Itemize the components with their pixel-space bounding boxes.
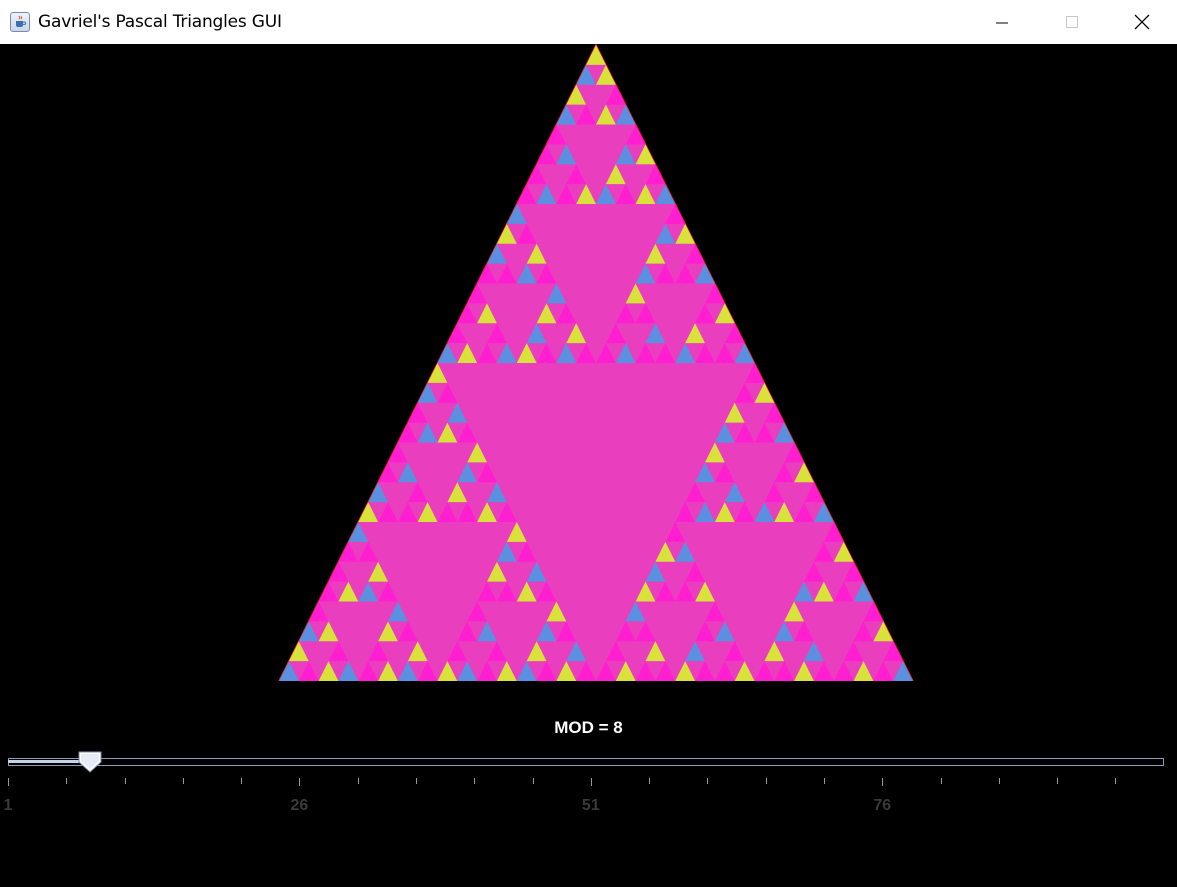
slider-tick (124, 778, 126, 784)
mod-label: MOD = 8 (554, 718, 623, 737)
maximize-icon (1066, 16, 1078, 28)
slider-tick (8, 778, 9, 786)
slider-tick (765, 778, 767, 784)
title-bar: Gavriel's Pascal Triangles GUI (0, 0, 1177, 44)
slider-tick (649, 778, 651, 784)
slider-tick-label: 1 (3, 797, 13, 814)
slider-tick-label: 51 (581, 797, 600, 814)
slider-tick (415, 778, 417, 784)
slider-tick (882, 778, 884, 786)
slider-tick (940, 778, 942, 784)
pascal-triangle-canvas (0, 44, 1177, 704)
slider-tick (707, 778, 709, 784)
slider-tick (823, 778, 825, 784)
slider-tick (474, 778, 476, 784)
minimize-button[interactable] (967, 0, 1037, 44)
window-title: Gavriel's Pascal Triangles GUI (38, 12, 282, 32)
slider-tick (532, 778, 534, 784)
slider-tick (182, 778, 184, 784)
slider-tick (299, 778, 301, 786)
slider-tick-label: 76 (873, 797, 892, 814)
slider-tick (241, 778, 243, 784)
maximize-button[interactable] (1037, 0, 1107, 44)
slider-tick (590, 778, 592, 786)
slider-tick (1115, 778, 1117, 784)
slider-tick-label: 26 (290, 797, 309, 814)
slider-tick (1057, 778, 1059, 784)
close-icon (1134, 14, 1150, 30)
slider-tick (66, 778, 68, 784)
slider-thumb[interactable] (78, 751, 102, 773)
slider-track[interactable] (8, 758, 1164, 766)
pattern-cell (586, 45, 606, 65)
java-coffee-icon[interactable] (10, 12, 30, 32)
close-button[interactable] (1107, 0, 1177, 44)
minimize-icon (996, 22, 1008, 24)
slider-ticks (8, 778, 1168, 788)
slider-tick (357, 778, 359, 784)
canvas-bottom (0, 681, 1177, 704)
slider-tick (998, 778, 1000, 784)
content-panel: MOD = 8 1 26 51 76 (0, 44, 1177, 887)
